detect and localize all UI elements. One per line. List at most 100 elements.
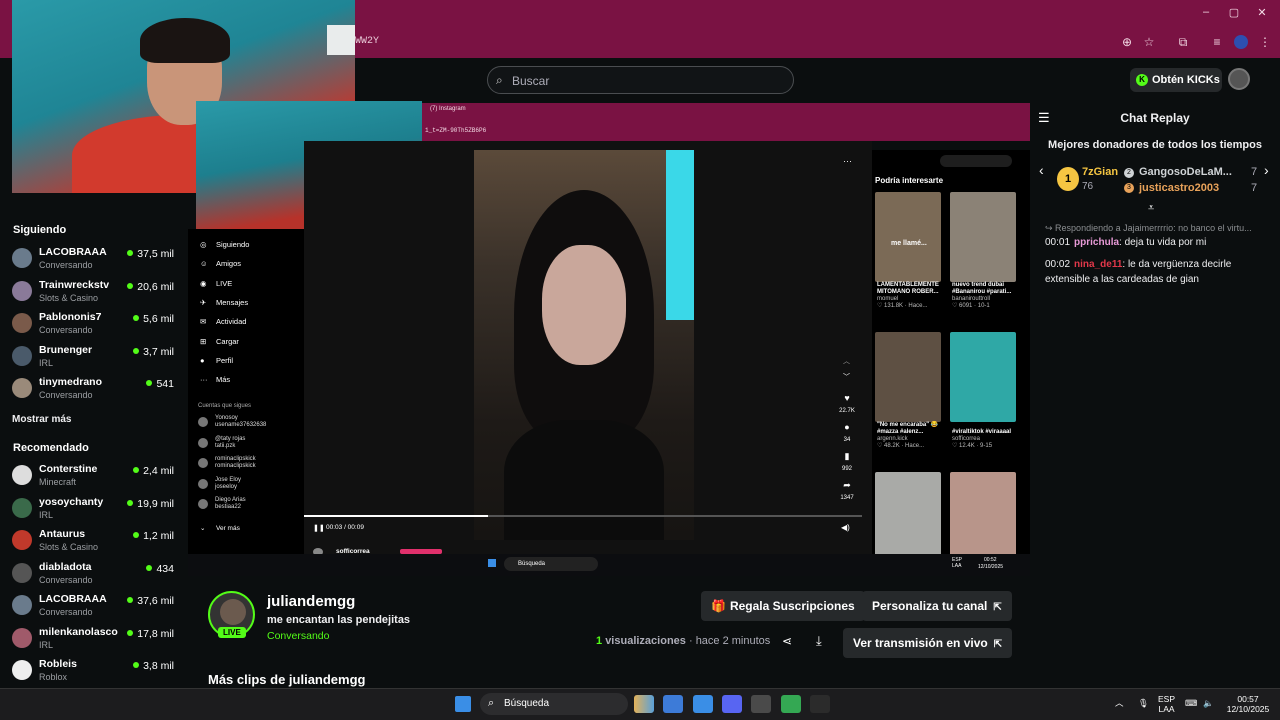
bookmark-star-icon[interactable]: ☆ [1142, 35, 1156, 49]
channel-name: yosoychanty [39, 495, 104, 508]
like-icon[interactable]: ♥ [840, 393, 854, 403]
channel-item[interactable]: Trainwreckstv Slots & Casino 20,6 mil [12, 279, 180, 309]
channel-item[interactable]: yosoychanty IRL 19,9 mil [12, 496, 180, 526]
ig-nav-item[interactable]: ⊞ Cargar [200, 337, 239, 346]
task-view-app-icon[interactable] [634, 695, 654, 713]
channel-category: IRL [39, 357, 54, 368]
channel-item[interactable]: Conterstine Minecraft 2,4 mil [12, 463, 180, 493]
taskbar-search[interactable]: ⌕ Búsqueda [480, 693, 628, 715]
ig-nav-item[interactable]: ● Perfil [200, 356, 233, 365]
clock[interactable]: 00:57 12/10/2025 [1226, 694, 1270, 714]
reel-progress-bar[interactable] [304, 515, 862, 517]
chat-username[interactable]: pprichula [1074, 237, 1119, 248]
watch-live-button[interactable]: Ver transmisión en vivo ⇱ [843, 628, 1013, 658]
donor-1-amount: 76 [1082, 181, 1094, 192]
maximize-button[interactable]: ▢ [1224, 6, 1244, 19]
show-more-link[interactable]: Mostrar más [12, 414, 71, 425]
close-button[interactable]: ✕ [1252, 6, 1272, 19]
share-icon[interactable]: ➦ [840, 480, 854, 491]
action-count: 22.7K [839, 408, 855, 414]
channel-item[interactable]: LACOBRAAA Conversando 37,5 mil [12, 246, 180, 276]
channel-item[interactable]: LACOBRAAA Conversando 37,6 mil [12, 593, 180, 623]
donor-1-name[interactable]: 7zGian [1082, 166, 1118, 178]
channel-item[interactable]: Robleis Roblox 3,8 mil [12, 658, 180, 688]
calculator-app-icon[interactable] [751, 695, 772, 713]
prev-reel-icon[interactable]: ︿ [843, 356, 850, 366]
download-icon[interactable]: ⤓ [816, 633, 822, 649]
discord-app-icon[interactable] [721, 695, 742, 713]
viewer-count: 37,6 mil [127, 595, 174, 607]
pause-icon[interactable]: ❚❚ [313, 524, 325, 532]
share-icon[interactable]: ⋖ [782, 634, 792, 648]
user-avatar[interactable] [1228, 68, 1250, 90]
channel-item[interactable]: Brunenger IRL 3,7 mil [12, 344, 180, 374]
tray-chevron-icon[interactable]: ︿ [1115, 698, 1124, 708]
channel-item[interactable]: milenkanolasco IRL 17,8 mil [12, 626, 180, 656]
suggested-reel[interactable]: "No me encaraba" 😂 #mazza #alenz... argen… [875, 332, 941, 449]
windows-start-icon[interactable] [455, 696, 471, 712]
viewer-count: 541 [146, 378, 174, 390]
customize-channel-button[interactable]: Personaliza tu canal ⇱ [862, 591, 1012, 621]
suggested-reel[interactable] [875, 472, 941, 562]
mic-icon[interactable]: 🎙 [1138, 698, 1149, 708]
clip-category[interactable]: Conversando [267, 630, 329, 642]
comment-icon[interactable]: ● [840, 422, 854, 432]
browser-menu-icon[interactable]: ⋮ [1258, 35, 1272, 49]
search-input[interactable]: ⌕ Buscar [487, 66, 794, 94]
volume-icon[interactable]: ◀) [841, 523, 850, 532]
media-control-icon[interactable]: ≡ [1210, 35, 1224, 49]
suggestion-toolbar[interactable] [940, 155, 1012, 167]
channel-item[interactable]: Antaurus Slots & Casino 1,2 mil [12, 528, 180, 558]
address-bar-fragment[interactable]: WW2Y [355, 36, 379, 47]
volume-tray-icon[interactable]: 🔈 [1203, 698, 1214, 708]
donors-prev-icon[interactable]: ‹ [1039, 162, 1044, 178]
donors-next-icon[interactable]: › [1264, 162, 1269, 178]
reel-video[interactable] [474, 150, 694, 540]
ig-nav-item[interactable]: ··· Más [200, 375, 230, 384]
collapse-donors-icon[interactable]: ⩡ [1148, 202, 1154, 215]
ig-nav-item[interactable]: ◉ LIVE [200, 279, 232, 288]
suggested-reel[interactable]: nuevo trend dubai #Bananirou #parati... b… [950, 192, 1016, 309]
more-options-icon[interactable]: ··· [843, 156, 852, 166]
suggested-reel[interactable]: #viraltiktok #viraaaal sofficorrea ♡ 12.4K… [950, 332, 1016, 449]
donor-3-name[interactable]: justicastro2003 [1139, 182, 1219, 194]
channel-category: Conversando [39, 260, 93, 270]
next-reel-icon[interactable]: ﹀ [843, 372, 850, 382]
suggested-reel[interactable]: me llamé... LAMENTABLEMENTE MITOMANO ROBE… [875, 192, 941, 309]
network-icon[interactable]: ⌨ [1185, 698, 1197, 708]
copilot-app-icon[interactable] [663, 695, 684, 713]
inner-clock: 00:52 [984, 557, 997, 563]
gift-subs-button[interactable]: 🎁 Regala Suscripciones [701, 591, 865, 621]
see-more-link[interactable]: ⌄ Ver más [200, 524, 240, 532]
ig-nav-item[interactable]: ✈ Mensajes [200, 298, 248, 307]
suggested-reel[interactable] [950, 472, 1016, 562]
channel-item[interactable]: Pablononis7 Conversando 5,6 mil [12, 311, 180, 341]
profile-icon[interactable] [1234, 35, 1248, 49]
channel-item[interactable]: diabladota Conversando 434 [12, 561, 180, 591]
channel-category: Minecraft [39, 477, 77, 487]
get-kicks-button[interactable]: K Obtén KICKs [1130, 68, 1222, 92]
followed-account[interactable]: Diego Arias bestiaa22 [198, 497, 246, 511]
streamer-name[interactable]: juliandemgg [267, 593, 355, 610]
zoom-icon[interactable]: ⊕ [1120, 35, 1134, 49]
channel-item[interactable]: tinymedrano Conversando 541 [12, 376, 180, 406]
ig-nav-item[interactable]: ◎ Siguiendo [200, 240, 249, 249]
photos-app-icon[interactable] [692, 695, 713, 713]
followed-account[interactable]: Yonosoy usename37632638 [198, 415, 266, 429]
minimize-button[interactable]: – [1196, 6, 1216, 18]
chat-username[interactable]: nina_de11 [1074, 259, 1122, 270]
language-indicator[interactable]: ESP LAA [1158, 694, 1175, 714]
chrome-app-icon[interactable] [780, 695, 801, 713]
ig-nav-item[interactable]: ✉ Actividad [200, 317, 246, 326]
clip-views: 1 visualizaciones · hace 2 minutos [596, 635, 771, 647]
donor-2-name[interactable]: GangosoDeLaM... [1139, 166, 1232, 178]
extensions-icon[interactable]: ⧉ [1176, 35, 1190, 49]
ig-nav-item[interactable]: ☺ Amigos [200, 259, 241, 268]
first-place-badge: 1 [1057, 167, 1079, 191]
save-icon[interactable]: ▮ [840, 451, 854, 462]
followed-account[interactable]: rominaclipskick rominaclipskick [198, 456, 256, 470]
obs-app-icon[interactable] [809, 695, 830, 713]
search-placeholder: Buscar [512, 74, 550, 88]
followed-account[interactable]: Jose Eloy joseeloy [198, 477, 241, 491]
followed-account[interactable]: @taty rojas tatii.pzk [198, 436, 245, 450]
